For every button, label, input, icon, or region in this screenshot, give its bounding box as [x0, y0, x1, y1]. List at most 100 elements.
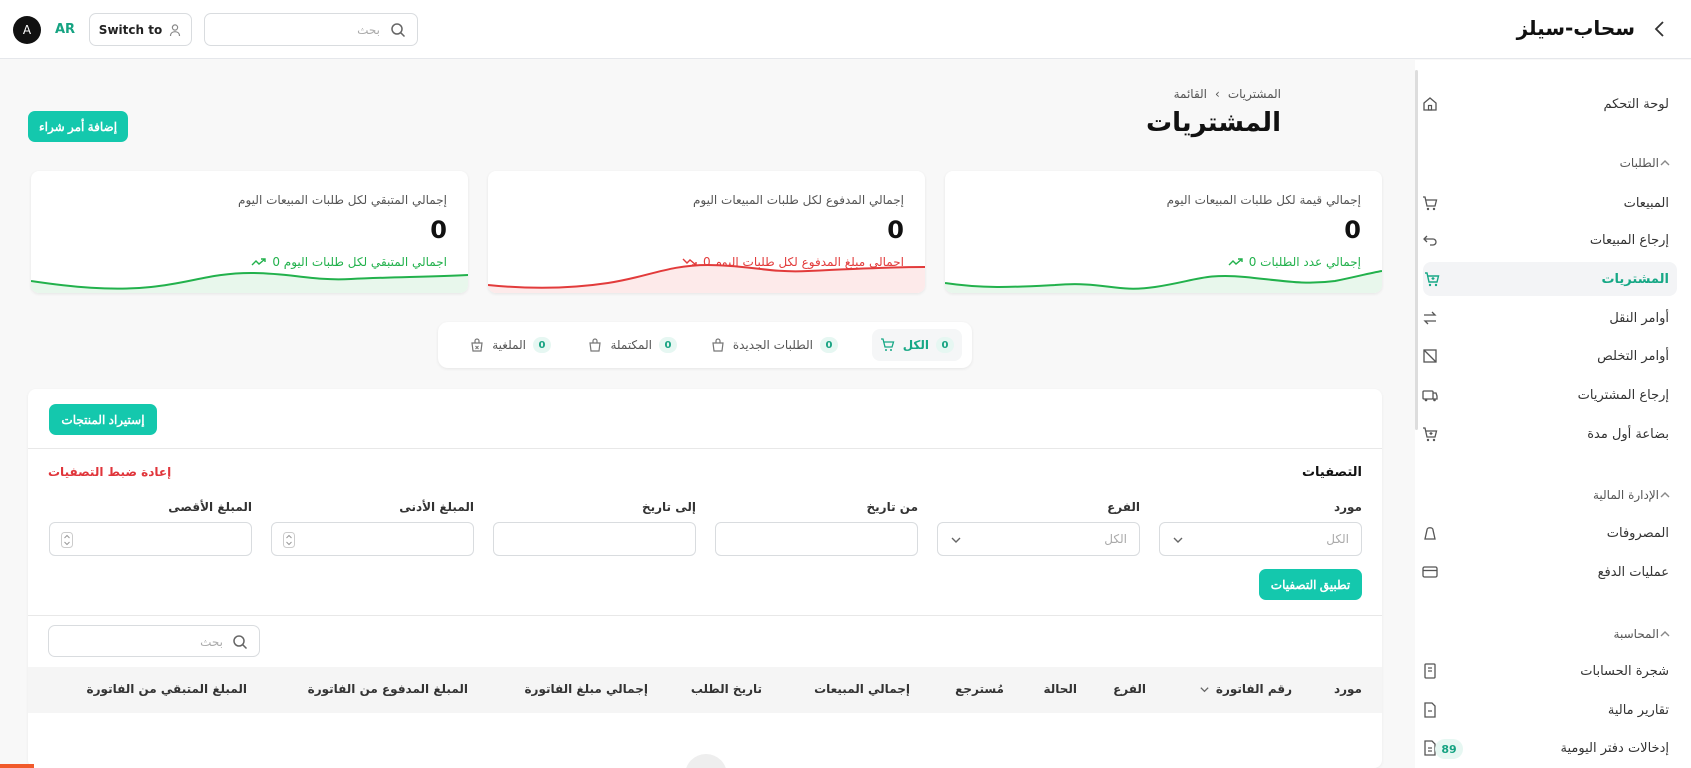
section-label: الإدارة المالية	[1592, 488, 1659, 502]
language-toggle[interactable]: AR	[55, 22, 75, 37]
sidebar-item-purchase-returns[interactable]: إرجاع المشتريات	[1421, 378, 1671, 412]
bag-icon	[712, 338, 724, 352]
top-bar: A AR Switch to بحث سحاب-سيلز	[0, 0, 1691, 59]
sidebar-item-journal-entries[interactable]: إدخالات دفتر اليومية 89	[1421, 731, 1671, 765]
column-header-invoice-number[interactable]: رقم الفاتورة	[1199, 682, 1292, 696]
cart-plus-icon	[1425, 272, 1440, 287]
card-title: إجمالي المدفوع لكل طلبات المبيعات اليوم	[692, 193, 904, 207]
apply-filters-button[interactable]: تطبيق التصفيات	[1259, 569, 1362, 600]
column-label: مُسترجع	[955, 682, 1004, 696]
home-icon	[1423, 97, 1437, 111]
table-header: مورد رقم الفاتورة الفرع الحالة مُسترجع إ…	[28, 667, 1382, 713]
bag-x-icon	[471, 338, 483, 352]
import-products-button[interactable]: إستيراد المنتجات	[49, 404, 157, 435]
add-purchase-order-button[interactable]: إضافة أمر شراء	[28, 111, 128, 142]
status-tabs: الكل 0 الطلبات الجديدة 0 المكتملة 0 المل…	[438, 322, 972, 368]
select-placeholder: الكل	[1326, 532, 1349, 546]
column-header-status[interactable]: الحالة	[1043, 682, 1077, 696]
global-search-input[interactable]: بحث	[204, 13, 418, 46]
supplier-select[interactable]: الكل	[1159, 522, 1362, 556]
chevron-up-icon	[1660, 631, 1670, 637]
to-date-input[interactable]	[493, 522, 696, 556]
avatar[interactable]: A	[13, 16, 41, 44]
card-value: 0	[887, 216, 904, 244]
sidebar-section-accounting[interactable]: المحاسبة	[1421, 622, 1671, 646]
number-spinner-icon[interactable]	[61, 532, 73, 548]
column-header-remaining-amount[interactable]: المبلغ المتبقي من الفاتورة	[87, 682, 247, 696]
journal-count-badge: 89	[1435, 739, 1463, 759]
sidebar-item-purchases[interactable]: المشتريات	[1423, 262, 1677, 296]
cart-plus-icon	[1423, 427, 1438, 442]
sidebar-item-opening-stock[interactable]: بضاعة أول مدة	[1421, 417, 1671, 451]
tab-count: 0	[533, 337, 551, 353]
stat-card-total-paid: إجمالي المدفوع لكل طلبات المبيعات اليوم …	[488, 171, 925, 293]
wallet-icon	[1424, 527, 1436, 540]
sidebar-item-dashboard[interactable]: لوحة التحكم	[1421, 87, 1671, 121]
search-icon	[232, 634, 248, 650]
reset-filters-link[interactable]: إعادة ضبط التصفيات	[48, 465, 171, 479]
stat-card-total-remaining: إجمالي المتبقي لكل طلبات المبيعات اليوم …	[31, 171, 468, 293]
sidebar-item-financial-reports[interactable]: تقارير مالية	[1421, 693, 1671, 727]
card-title: إجمالي قيمة لكل طلبات المبيعات اليوم	[1166, 193, 1361, 207]
search-icon	[390, 22, 406, 38]
sidebar-item-transfer-orders[interactable]: أوامر النقل	[1421, 301, 1671, 335]
sidebar-item-label: المشتريات	[1601, 271, 1669, 287]
cart-icon	[880, 338, 895, 351]
sidebar-item-sales-returns[interactable]: إرجاع المبيعات	[1421, 223, 1671, 257]
chevron-up-icon	[1660, 160, 1670, 166]
tab-new-orders[interactable]: الطلبات الجديدة 0	[702, 329, 846, 361]
disposal-icon	[1423, 349, 1437, 363]
column-header-returned[interactable]: مُسترجع	[955, 682, 1004, 696]
column-header-total-sales[interactable]: إجمالي المبيعات	[814, 682, 910, 696]
sidebar: لوحة التحكم الطلبات المبيعات إرجاع المبي…	[1415, 60, 1691, 768]
sidebar-item-sales[interactable]: المبيعات	[1421, 186, 1671, 220]
to-date-label: إلى تاريخ	[641, 500, 696, 514]
sidebar-item-disposal-orders[interactable]: أوامر التخلص	[1421, 339, 1671, 373]
chevron-down-icon	[951, 537, 961, 543]
column-header-invoice-total[interactable]: إجمالي مبلغ الفاتورة	[524, 682, 648, 696]
card-title: إجمالي المتبقي لكل طلبات المبيعات اليوم	[238, 193, 447, 207]
from-date-label: من تاريخ	[866, 500, 918, 514]
sidebar-scrollbar[interactable]	[1415, 70, 1418, 430]
from-date-input[interactable]	[715, 522, 918, 556]
number-spinner-icon[interactable]	[283, 532, 295, 548]
tab-label: المكتملة	[610, 338, 652, 352]
supplier-label: مورد	[1333, 500, 1362, 514]
tab-label: الكل	[902, 338, 929, 352]
column-label: إجمالي المبيعات	[814, 682, 910, 696]
tab-cancelled[interactable]: الملغية 0	[461, 329, 559, 361]
tab-all[interactable]: الكل 0	[871, 329, 962, 361]
column-header-branch[interactable]: الفرع	[1113, 682, 1146, 696]
sidebar-item-label: إدخالات دفتر اليومية	[1560, 740, 1669, 756]
column-label: الفرع	[1113, 682, 1146, 696]
sidebar-item-chart-of-accounts[interactable]: شجرة الحسابات	[1421, 654, 1671, 688]
sidebar-item-label: أوامر التخلص	[1597, 348, 1669, 364]
tab-label: الطلبات الجديدة	[732, 338, 813, 352]
sidebar-item-label: أوامر النقل	[1609, 310, 1669, 326]
sidebar-section-finance[interactable]: الإدارة المالية	[1421, 483, 1671, 507]
max-amount-input[interactable]	[49, 522, 252, 556]
sidebar-item-payments[interactable]: عمليات الدفع	[1421, 555, 1671, 589]
search-placeholder: بحث	[200, 635, 223, 649]
min-amount-input[interactable]	[271, 522, 474, 556]
table-search-input[interactable]: بحث	[48, 625, 260, 657]
breadcrumb-root[interactable]: المشتريات	[1228, 87, 1281, 101]
sidebar-item-label: لوحة التحكم	[1603, 96, 1669, 112]
sidebar-item-label: بضاعة أول مدة	[1587, 426, 1669, 442]
chevron-down-icon	[1173, 537, 1183, 543]
switch-to-button[interactable]: Switch to	[89, 13, 192, 46]
tab-count: 0	[820, 337, 838, 353]
sidebar-item-label: إرجاع المبيعات	[1589, 232, 1669, 248]
tab-completed[interactable]: المكتملة 0	[579, 329, 685, 361]
sidebar-item-expenses[interactable]: المصروفات	[1421, 516, 1671, 550]
column-header-paid-amount[interactable]: المبلغ المدفوع من الفاتورة	[308, 682, 468, 696]
chevron-left-icon[interactable]	[1653, 20, 1667, 38]
column-label: المبلغ المدفوع من الفاتورة	[307, 682, 468, 696]
max-amount-label: المبلغ الأقصى	[168, 500, 252, 514]
column-header-supplier[interactable]: مورد	[1334, 682, 1362, 696]
branch-select[interactable]: الكل	[937, 522, 1140, 556]
truck-return-icon	[1422, 390, 1438, 402]
tab-count: 0	[659, 337, 677, 353]
sidebar-section-orders[interactable]: الطلبات	[1421, 151, 1671, 175]
column-header-order-date[interactable]: تاريخ الطلب	[691, 682, 762, 696]
